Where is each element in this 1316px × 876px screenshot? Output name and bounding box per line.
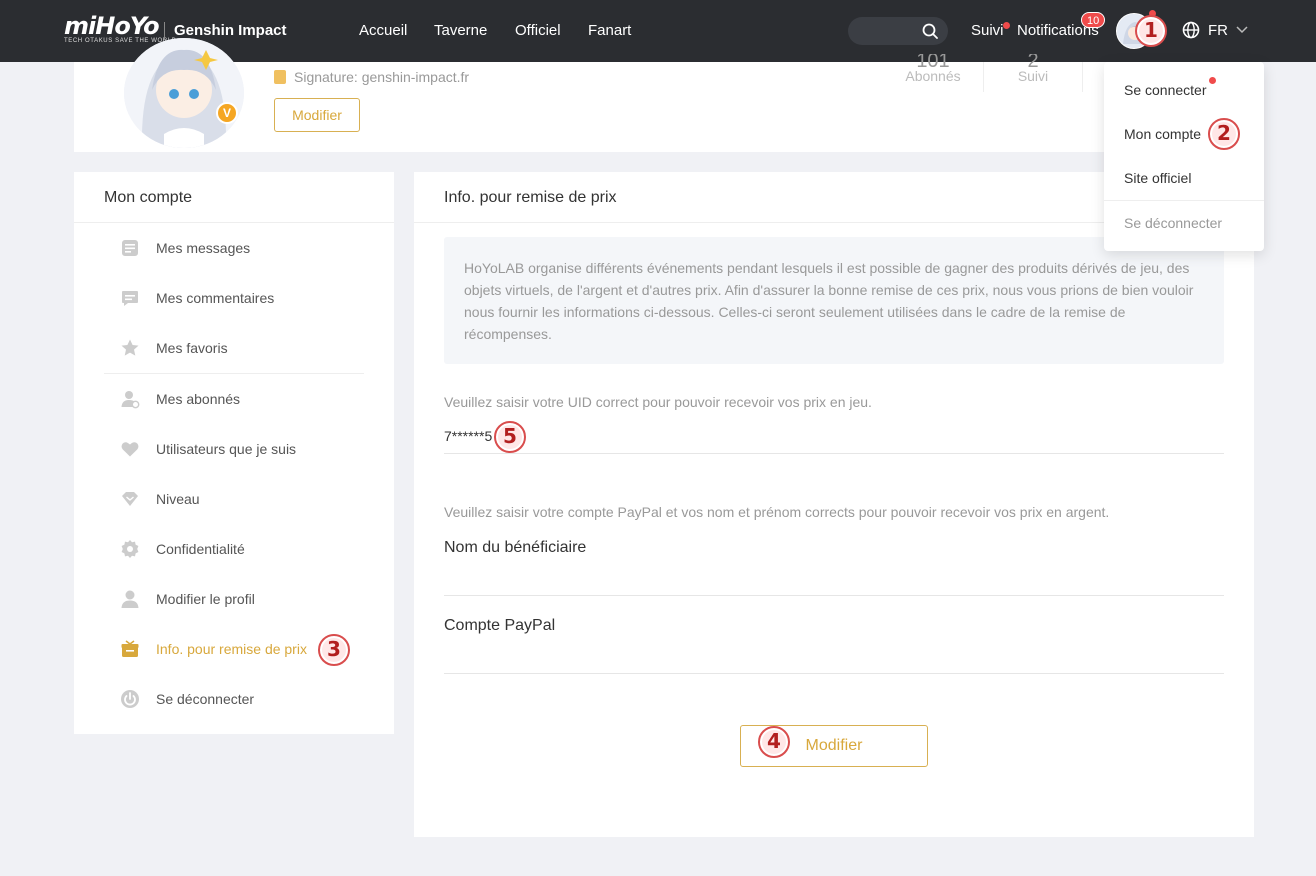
beneficiary-label: Nom du bénéficiaire — [444, 539, 587, 556]
sidebar-item-label: Mes abonnés — [156, 391, 241, 407]
menu-item-logout[interactable]: Se déconnecter — [1124, 215, 1222, 231]
brand-name[interactable]: Genshin Impact — [174, 22, 287, 39]
sidebar-item-label: Se déconnecter — [156, 691, 255, 707]
step-marker-5: 5 — [494, 421, 526, 453]
level-icon — [122, 492, 138, 506]
prize-info-panel: Info. pour remise de prix HoYoLAB organi… — [414, 172, 1254, 837]
divider — [74, 222, 394, 223]
sidebar-item-comments[interactable]: Mes commentaires — [120, 286, 274, 310]
mihoyo-logo[interactable]: miHoYo TECH OTAKUS SAVE THE WORLD — [64, 14, 177, 44]
verified-badge: V — [216, 102, 238, 124]
sidebar-item-label: Info. pour remise de prix — [156, 641, 307, 657]
menu-item-my-account[interactable]: Mon compte — [1124, 126, 1201, 142]
sidebar-item-label: Niveau — [156, 491, 200, 507]
menu-item-official-site[interactable]: Site officiel — [1124, 170, 1191, 186]
stat-divider — [983, 62, 984, 92]
step-marker-4: 4 — [758, 726, 790, 758]
sidebar-item-logout[interactable]: Se déconnecter — [120, 687, 254, 711]
sidebar-item-favorites[interactable]: Mes favoris — [120, 336, 228, 360]
user-icon — [121, 590, 139, 608]
gear-icon — [121, 540, 139, 558]
paypal-label: Compte PayPal — [444, 617, 556, 634]
account-dropdown-menu: Se connecter Mon compte Site officiel Se… — [1104, 62, 1264, 251]
sidebar-item-following[interactable]: Utilisateurs que je suis — [120, 437, 296, 461]
language-label: FR — [1208, 21, 1228, 39]
profile-card: V Signature: genshin-impact.fr Modifier … — [74, 38, 1254, 152]
step-marker-3: 3 — [318, 634, 350, 666]
sidebar-item-label: Mes favoris — [156, 340, 228, 356]
sidebar-item-label: Mes commentaires — [156, 290, 275, 306]
chevron-down-icon — [1236, 26, 1248, 34]
uid-hint: Veuillez saisir votre UID correct pour p… — [444, 394, 872, 410]
nav-fanart[interactable]: Fanart — [588, 22, 631, 39]
login-dot — [1209, 77, 1216, 84]
globe-icon — [1182, 21, 1200, 39]
nav-accueil[interactable]: Accueil — [359, 22, 407, 39]
sidebar-item-edit-profile[interactable]: Modifier le profil — [120, 587, 255, 611]
search-input[interactable] — [848, 17, 948, 45]
sidebar-item-messages[interactable]: Mes messages — [120, 236, 250, 260]
stat-followers[interactable]: 101 Abonnés — [894, 54, 972, 84]
sidebar-title: Mon compte — [104, 189, 193, 206]
divider — [104, 373, 364, 374]
menu-item-login[interactable]: Se connecter — [1124, 82, 1207, 98]
sidebar-item-label: Mes messages — [156, 240, 251, 256]
message-icon — [122, 240, 138, 256]
stat-number: 101 — [916, 54, 950, 68]
nav-officiel[interactable]: Officiel — [515, 22, 561, 39]
notification-count-badge: 10 — [1081, 12, 1106, 28]
page-title: Info. pour remise de prix — [444, 189, 617, 206]
sidebar-item-label: Confidentialité — [156, 541, 245, 557]
signature-text: Signature: genshin-impact.fr — [294, 69, 470, 85]
nav-suivi[interactable]: Suivi — [971, 22, 1004, 39]
stat-following[interactable]: 2 Suivi — [994, 54, 1072, 84]
edit-profile-button[interactable]: Modifier — [274, 98, 360, 132]
profile-signature: Signature: genshin-impact.fr — [274, 69, 469, 85]
stat-number: 2 — [1027, 54, 1039, 68]
uid-field[interactable]: 7******5 — [444, 428, 492, 444]
gift-icon — [121, 640, 139, 657]
sidebar-item-level[interactable]: Niveau — [120, 487, 200, 511]
uid-field-underline — [444, 453, 1224, 454]
sidebar-item-prize-info[interactable]: Info. pour remise de prix — [120, 637, 307, 661]
language-selector[interactable]: FR — [1182, 21, 1248, 39]
star-icon — [121, 339, 139, 356]
power-icon — [121, 690, 139, 708]
paypal-hint: Veuillez saisir votre compte PayPal et v… — [444, 504, 1110, 520]
stat-divider — [1082, 62, 1083, 92]
suivi-dot — [1003, 22, 1010, 29]
sidebar-item-label: Modifier le profil — [156, 591, 255, 607]
info-notice: HoYoLAB organise différents événements p… — [444, 237, 1224, 364]
followers-icon — [121, 391, 140, 409]
profile-avatar — [124, 38, 244, 148]
comment-icon — [122, 291, 138, 306]
heart-icon — [121, 442, 139, 457]
beneficiary-field[interactable] — [444, 595, 1224, 596]
nav-taverne[interactable]: Taverne — [434, 22, 487, 39]
sidebar-item-privacy[interactable]: Confidentialité — [120, 537, 245, 561]
profile-avatar-image — [124, 38, 244, 148]
step-marker-2: 2 — [1208, 118, 1240, 150]
search-icon[interactable] — [922, 23, 938, 39]
logo-divider — [164, 22, 165, 39]
step-marker-1: 1 — [1135, 15, 1167, 47]
paypal-field[interactable] — [444, 673, 1224, 674]
sidebar-item-label: Utilisateurs que je suis — [156, 441, 297, 457]
document-icon — [274, 70, 286, 84]
stat-label: Abonnés — [905, 68, 961, 84]
logo-wordmark: miHoYo — [64, 12, 160, 40]
sidebar-item-followers[interactable]: Mes abonnés — [120, 387, 240, 411]
stat-label: Suivi — [1017, 68, 1049, 84]
divider — [1104, 200, 1264, 201]
